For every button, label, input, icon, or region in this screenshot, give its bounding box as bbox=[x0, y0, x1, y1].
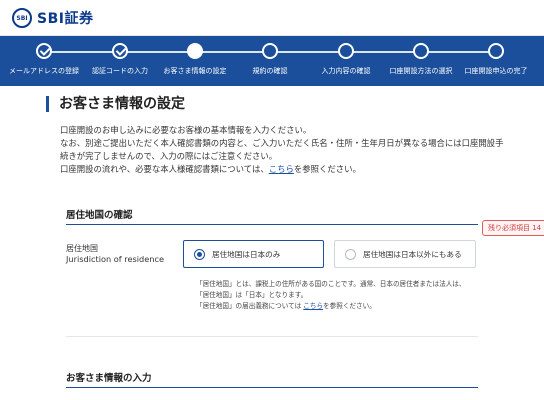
intro-line-2: なお、別途ご提出いただく本人確認書類の内容と、ご入力いただく氏名・住所・生年月日… bbox=[60, 138, 504, 148]
radio-other-countries-label: 居住地国は日本以外にもある bbox=[363, 249, 462, 259]
step-terms: 規約の確認 bbox=[232, 43, 308, 76]
step-label: 入力内容の確認 bbox=[321, 67, 371, 75]
radio-japan-only-label: 居住地国は日本のみ bbox=[212, 249, 281, 259]
radio-unselected-icon bbox=[345, 248, 356, 260]
current-step-icon bbox=[187, 43, 203, 59]
page-title: お客さま情報の設定 bbox=[46, 96, 185, 112]
sbi-logo[interactable]: SBI SBI証券 bbox=[12, 8, 93, 28]
reporting-obligation-link[interactable]: こちら bbox=[303, 302, 323, 310]
step-label: 口座開設申込の完了 bbox=[464, 67, 528, 75]
residence-note: 「居住地国」とは、課税上の住所がある国のことです。通常、日本の居住者または法人は… bbox=[196, 279, 478, 312]
step-confirm-input: 入力内容の確認 bbox=[308, 43, 384, 76]
note-line-1: 「居住地国」とは、課税上の住所がある国のことです。通常、日本の居住者または法人は… bbox=[196, 280, 466, 288]
step-label: 口座開設方法の選択 bbox=[389, 67, 453, 75]
intro-line-4-pre: 口座開設の流れや、必要な本人様確認書類については、 bbox=[60, 164, 269, 174]
section-rule bbox=[66, 387, 478, 388]
step-label: 認証コードの入力 bbox=[92, 67, 148, 75]
flow-info-link[interactable]: こちら bbox=[269, 164, 294, 174]
check-icon bbox=[36, 43, 52, 59]
step-label: 規約の確認 bbox=[252, 67, 288, 75]
check-icon bbox=[112, 43, 128, 59]
note-line-2: 「居住地国」は「日本」となります。 bbox=[196, 291, 308, 299]
step-account-method: 口座開設方法の選択 bbox=[383, 43, 459, 76]
note-line-3: 「居住地国」の届出義務については こちらを参照ください。 bbox=[196, 301, 478, 312]
radio-japan-only[interactable]: 居住地国は日本のみ bbox=[183, 240, 324, 268]
section-heading-customer-info: お客さま情報の入力 bbox=[66, 373, 152, 384]
note-line-3-post: を参照ください。 bbox=[323, 302, 376, 310]
pending-step-icon bbox=[262, 43, 278, 59]
logo-text: SBI証券 bbox=[37, 11, 94, 27]
section-rule bbox=[66, 224, 478, 225]
progress-stepper: メールアドレスの登録 認証コードの入力 お客さま情報の設定 規約の確認 入力内容… bbox=[0, 36, 544, 86]
sbi-logo-mark: SBI bbox=[12, 8, 32, 28]
pending-step-icon bbox=[488, 43, 504, 59]
section-heading-residence: 居住地国の確認 bbox=[66, 210, 133, 221]
pending-step-icon bbox=[338, 43, 354, 59]
step-label: メールアドレスの登録 bbox=[9, 67, 79, 75]
site-header: SBI SBI証券 bbox=[0, 0, 544, 36]
field-label-en: Jurisdiction of residence bbox=[66, 254, 164, 264]
residence-field-label: 居住地国 Jurisdiction of residence bbox=[66, 243, 164, 265]
intro-line-4-post: を参照ください。 bbox=[293, 164, 361, 174]
required-fields-badge: 残り必須項目 14 bbox=[482, 220, 544, 236]
intro-line-4: 口座開設の流れや、必要な本人様確認書類については、こちらを参照ください。 bbox=[60, 163, 504, 176]
step-customer-info: お客さま情報の設定 bbox=[157, 43, 233, 76]
note-line-3-pre: 「居住地国」の届出義務については bbox=[196, 302, 304, 310]
radio-other-countries[interactable]: 居住地国は日本以外にもある bbox=[334, 240, 476, 268]
intro-line-1: 口座開設のお申し込みに必要なお客様の基本情報を入力ください。 bbox=[60, 125, 312, 135]
step-email-registration: メールアドレスの登録 bbox=[6, 43, 82, 76]
section-divider bbox=[66, 336, 478, 337]
logo-mark-text: SBI bbox=[16, 14, 28, 22]
step-complete: 口座開設申込の完了 bbox=[458, 43, 534, 76]
step-auth-code: 認証コードの入力 bbox=[82, 43, 158, 76]
intro-text: 口座開設のお申し込みに必要なお客様の基本情報を入力ください。 なお、別途ご提出い… bbox=[60, 124, 504, 176]
intro-line-3: 続きが完了しませんので、入力の際にはご注意ください。 bbox=[60, 151, 278, 161]
radio-selected-icon bbox=[194, 248, 205, 260]
field-label-jp: 居住地国 bbox=[66, 244, 98, 253]
pending-step-icon bbox=[413, 43, 429, 59]
step-label: お客さま情報の設定 bbox=[163, 67, 227, 75]
